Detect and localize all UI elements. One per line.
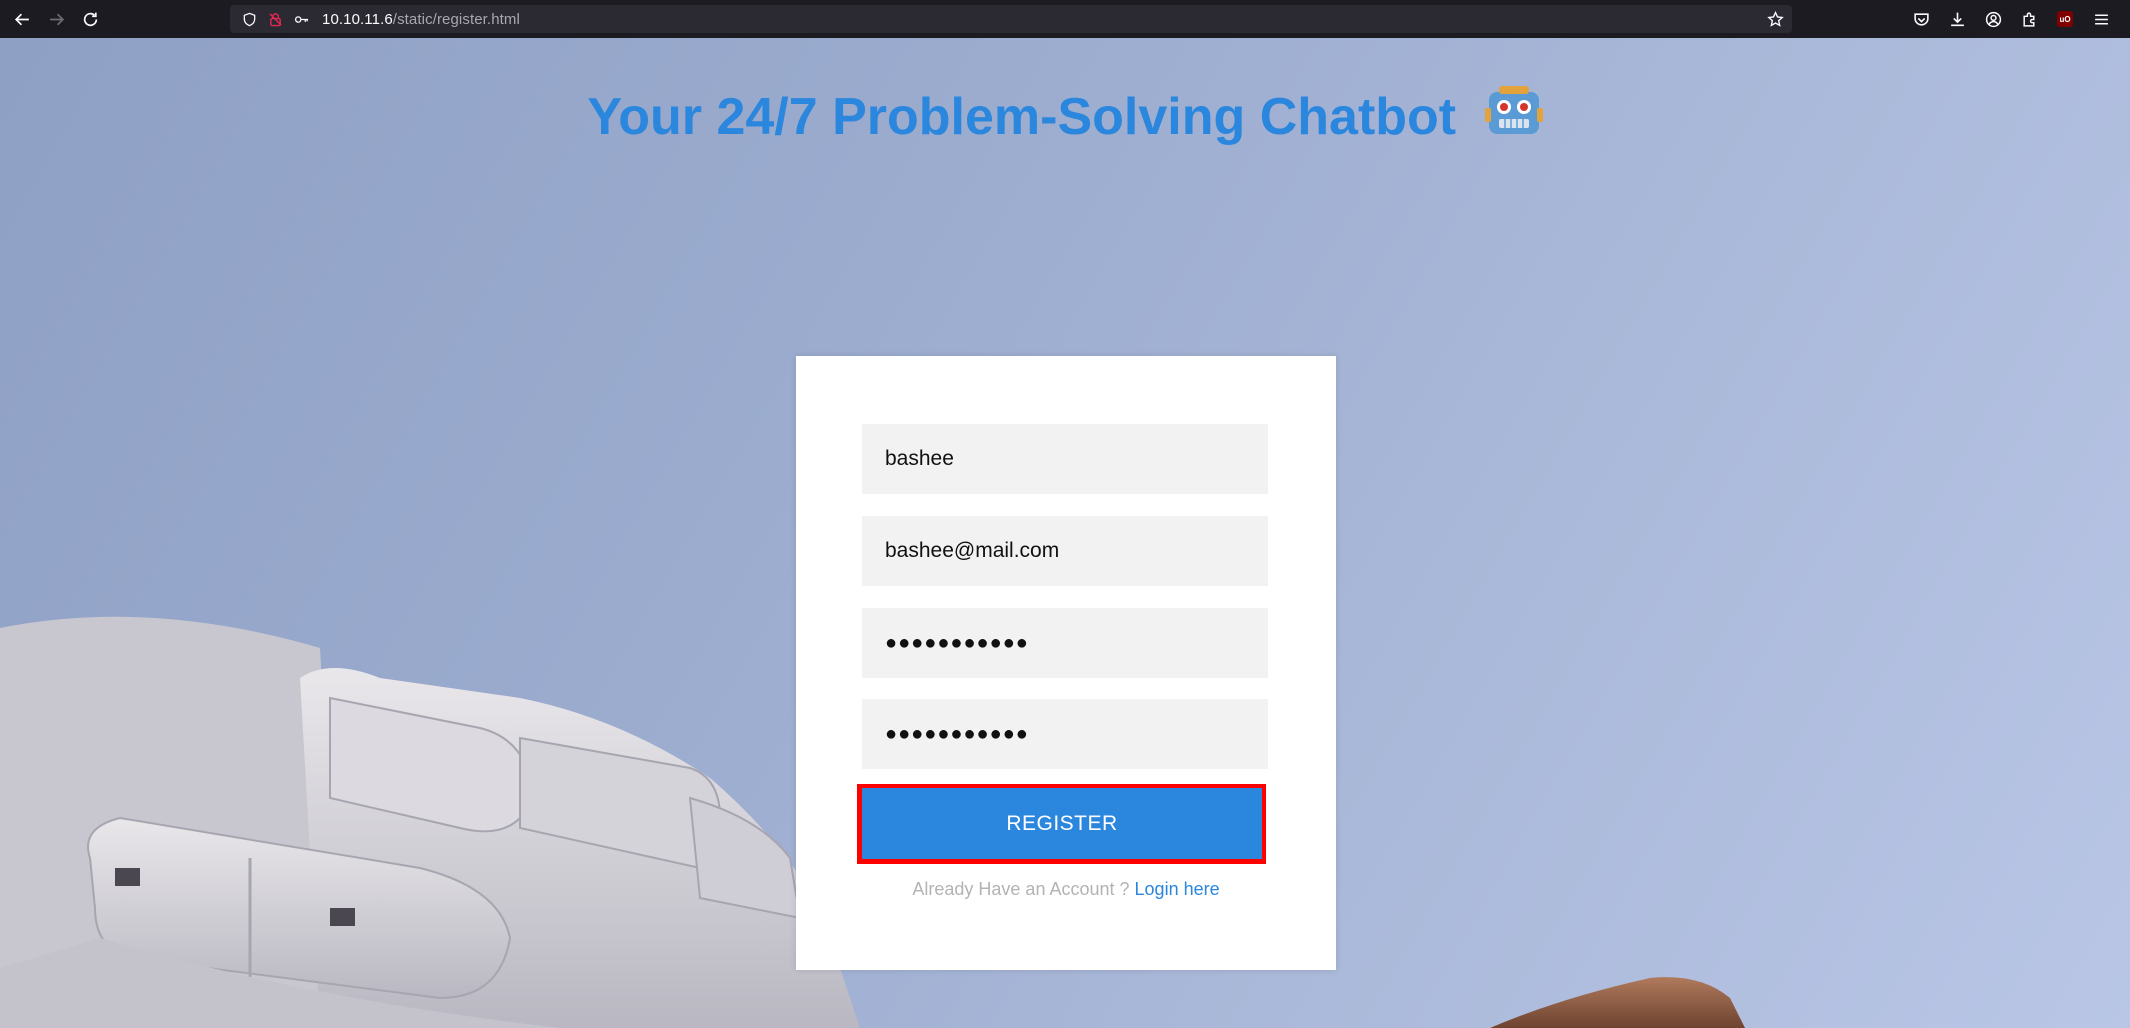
- nav-buttons: [7, 4, 105, 34]
- browser-toolbar: 10.10.11.6/static/register.html uO: [0, 0, 2130, 38]
- register-button[interactable]: REGISTER: [862, 788, 1262, 859]
- ublock-icon[interactable]: uO: [2050, 4, 2080, 34]
- page-viewport: Your 24/7 Problem-Solving Chatbot REGIST…: [0, 38, 2130, 1028]
- password-input[interactable]: [862, 608, 1268, 678]
- page-title-text: Your 24/7 Problem-Solving Chatbot: [587, 88, 1457, 146]
- lock-insecure-icon[interactable]: [264, 8, 286, 30]
- register-form-card: REGISTER Already Have an Account ? Login…: [796, 356, 1336, 970]
- account-prompt-text: Already Have an Account ?: [912, 879, 1130, 899]
- download-icon[interactable]: [1942, 4, 1972, 34]
- url-text[interactable]: 10.10.11.6/static/register.html: [322, 11, 520, 28]
- login-link[interactable]: Login here: [1135, 879, 1220, 899]
- page-title: Your 24/7 Problem-Solving Chatbot: [0, 82, 2130, 153]
- url-host: 10.10.11.6: [322, 10, 393, 28]
- back-icon[interactable]: [7, 4, 37, 34]
- username-input[interactable]: [862, 424, 1268, 494]
- extensions-icon[interactable]: [2014, 4, 2044, 34]
- toolbar-actions: uO: [1906, 4, 2116, 34]
- menu-icon[interactable]: [2086, 4, 2116, 34]
- ublock-label: uO: [2057, 11, 2073, 27]
- forward-icon[interactable]: [41, 4, 71, 34]
- robot-icon: [1484, 82, 1543, 153]
- url-path: /static/register.html: [392, 10, 520, 28]
- pocket-icon[interactable]: [1906, 4, 1936, 34]
- email-input[interactable]: [862, 516, 1268, 586]
- star-icon[interactable]: [1764, 8, 1786, 30]
- reload-icon[interactable]: [75, 4, 105, 34]
- login-prompt: Already Have an Account ? Login here: [796, 879, 1336, 900]
- account-icon[interactable]: [1978, 4, 2008, 34]
- confirm-password-input[interactable]: [862, 699, 1268, 769]
- shield-icon[interactable]: [238, 8, 260, 30]
- key-icon[interactable]: [290, 8, 312, 30]
- url-bar[interactable]: 10.10.11.6/static/register.html: [230, 5, 1792, 33]
